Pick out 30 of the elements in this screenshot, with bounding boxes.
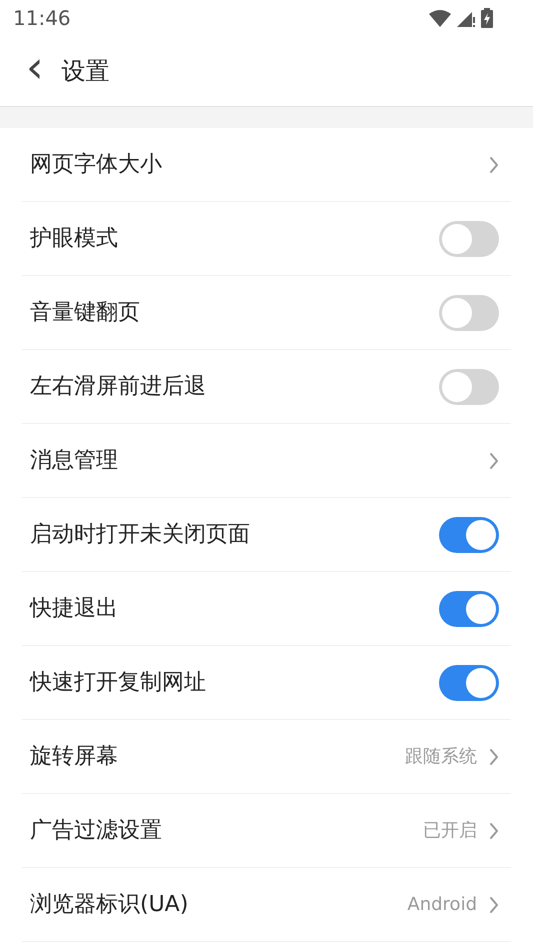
chevron-right-icon	[489, 452, 499, 470]
chevron-right-icon	[489, 822, 499, 840]
setting-label[interactable]: 浏览器标识(UA)	[30, 888, 188, 921]
setting-label[interactable]: 广告过滤设置	[30, 814, 162, 847]
wifi-icon	[429, 9, 451, 27]
setting-label[interactable]: 启动时打开未关闭页面	[30, 518, 250, 551]
toggle-switch[interactable]	[439, 516, 499, 552]
page-title: 设置	[62, 56, 110, 87]
toggle-switch[interactable]	[439, 220, 499, 256]
row-value: Android	[407, 893, 477, 917]
status-time: 11:46	[13, 5, 71, 32]
toggle-switch[interactable]	[439, 368, 499, 404]
setting-label[interactable]: 旋转屏幕	[30, 740, 118, 773]
setting-label[interactable]: 网页字体大小	[30, 148, 162, 181]
setting-label[interactable]: 消息管理	[30, 444, 118, 477]
setting-label[interactable]: 快速打开复制网址	[30, 666, 206, 699]
setting-label[interactable]: 护眼模式	[30, 222, 118, 255]
toggle-switch[interactable]	[439, 664, 499, 700]
back-button[interactable]: ‹	[26, 46, 44, 96]
chevron-right-icon	[489, 156, 499, 174]
battery-icon	[481, 8, 493, 28]
setting-label[interactable]: 音量键翻页	[30, 296, 140, 329]
chevron-right-icon	[489, 896, 499, 914]
row-value: 已开启	[423, 819, 477, 843]
setting-label[interactable]: 快捷退出	[30, 592, 118, 625]
toggle-switch[interactable]	[439, 590, 499, 626]
row-value: 跟随系统	[405, 745, 477, 769]
chevron-right-icon	[489, 748, 499, 766]
toggle-switch[interactable]	[439, 294, 499, 330]
setting-label[interactable]: 左右滑屏前进后退	[30, 370, 206, 403]
